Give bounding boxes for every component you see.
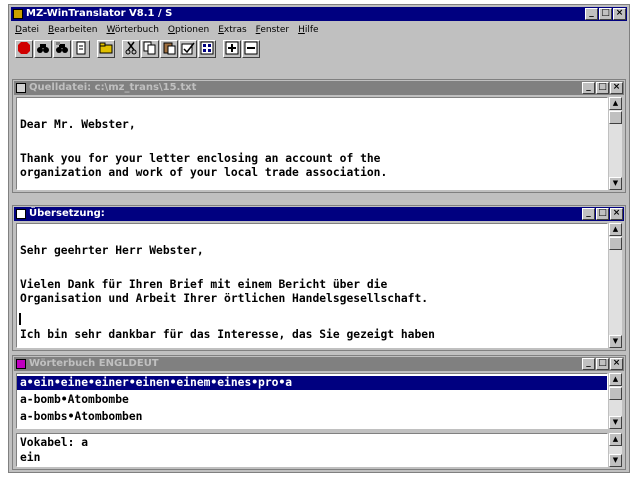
close-icon[interactable]: × xyxy=(610,208,623,220)
maximize-icon[interactable]: □ xyxy=(596,82,609,94)
source-titlebar[interactable]: Quelldatei: c:\mz_trans\15.txt _ □ × xyxy=(14,81,624,95)
minimize-icon[interactable]: _ xyxy=(585,8,598,20)
scroll-thumb[interactable] xyxy=(609,237,622,250)
translation-line: Organisation und Arbeit Ihrer örtlichen … xyxy=(20,292,429,305)
source-line: Thank you for your letter enclosing an a… xyxy=(20,152,381,165)
minimize-icon[interactable]: _ xyxy=(582,82,595,94)
dictionary-entry[interactable]: a-bombs•Atombomben xyxy=(20,410,142,424)
scroll-thumb[interactable] xyxy=(609,387,622,400)
dictionary-title: Wörterbuch ENGLDEUT xyxy=(29,358,159,369)
vocab-panel[interactable]: Vokabel: a ein xyxy=(16,433,608,467)
scroll-down-icon[interactable]: ▼ xyxy=(609,335,622,348)
find-next-icon[interactable] xyxy=(53,40,71,58)
translation-line: Vielen Dank für Ihren Brief mit einem Be… xyxy=(20,278,388,291)
menu-extras[interactable]: Extras xyxy=(218,23,246,37)
menu-datei[interactable]: Datei xyxy=(15,23,39,37)
maximize-icon[interactable]: □ xyxy=(596,208,609,220)
source-scrollbar[interactable]: ▲ ▼ xyxy=(609,97,622,190)
scroll-up-icon[interactable]: ▲ xyxy=(609,97,622,110)
app-icon[interactable] xyxy=(13,9,23,19)
vocab-translation: ein xyxy=(20,451,41,464)
text-caret xyxy=(19,313,21,325)
toolbar xyxy=(15,39,261,59)
dictionary-window-icon[interactable] xyxy=(16,359,26,369)
source-text-area[interactable]: Dear Mr. Webster, Thank you for your let… xyxy=(16,97,608,190)
paste-icon[interactable] xyxy=(160,40,178,58)
translation-line: Ich bin sehr dankbar für das Interesse, … xyxy=(20,328,435,341)
menu-woerterbuch[interactable]: Wörterbuch xyxy=(107,23,159,37)
scroll-up-icon[interactable]: ▲ xyxy=(609,223,622,236)
document-icon[interactable] xyxy=(72,40,90,58)
dictionary-window: Wörterbuch ENGLDEUT _ □ × a•ein•eine•ein… xyxy=(12,355,626,470)
stop-icon[interactable] xyxy=(15,40,33,58)
minimize-icon[interactable]: _ xyxy=(582,208,595,220)
translation-text-area[interactable]: Sehr geehrter Herr Webster, Vielen Dank … xyxy=(16,223,608,348)
source-line: organization and work of your local trad… xyxy=(20,166,388,179)
add-icon[interactable] xyxy=(223,40,241,58)
translation-window: Übersetzung: _ □ × Sehr geehrter Herr We… xyxy=(12,205,626,351)
close-icon[interactable]: × xyxy=(610,82,623,94)
dictionary-entry[interactable]: a-bomb•Atombombe xyxy=(20,393,129,407)
menu-bar: Datei Bearbeiten Wörterbuch Optionen Ext… xyxy=(15,23,319,37)
menu-optionen[interactable]: Optionen xyxy=(168,23,209,37)
source-window: Quelldatei: c:\mz_trans\15.txt _ □ × Dea… xyxy=(12,79,626,193)
translation-window-icon[interactable] xyxy=(16,209,26,219)
dictionary-list[interactable]: a•ein•eine•einer•einen•einem•eines•pro•a… xyxy=(16,373,608,429)
scroll-down-icon[interactable]: ▼ xyxy=(609,416,622,429)
grid-icon[interactable] xyxy=(198,40,216,58)
vocab-label: Vokabel: a xyxy=(20,436,89,449)
dictionary-list-scrollbar[interactable]: ▲ ▼ xyxy=(609,373,622,429)
open-folder-icon[interactable] xyxy=(97,40,115,58)
app-titlebar[interactable]: MZ-WinTranslator V8.1 / S _ □ × xyxy=(11,7,627,21)
minimize-icon[interactable]: _ xyxy=(582,358,595,370)
scroll-up-icon[interactable]: ▲ xyxy=(609,433,622,446)
scroll-down-icon[interactable]: ▼ xyxy=(609,454,622,467)
copy-icon[interactable] xyxy=(141,40,159,58)
scroll-up-icon[interactable]: ▲ xyxy=(609,373,622,386)
vocab-scrollbar[interactable]: ▲ ▼ xyxy=(609,433,622,467)
source-title: Quelldatei: c:\mz_trans\15.txt xyxy=(29,82,197,93)
translation-titlebar[interactable]: Übersetzung: _ □ × xyxy=(14,207,624,221)
close-icon[interactable]: × xyxy=(613,8,626,20)
maximize-icon[interactable]: □ xyxy=(596,358,609,370)
close-icon[interactable]: × xyxy=(610,358,623,370)
document-window-icon[interactable] xyxy=(16,83,26,93)
menu-hilfe[interactable]: Hilfe xyxy=(298,23,319,37)
menu-fenster[interactable]: Fenster xyxy=(256,23,289,37)
translation-line: Sehr geehrter Herr Webster, xyxy=(20,244,204,257)
cut-icon[interactable] xyxy=(122,40,140,58)
menu-bearbeiten[interactable]: Bearbeiten xyxy=(48,23,97,37)
scroll-thumb[interactable] xyxy=(609,111,622,124)
app-window: MZ-WinTranslator V8.1 / S _ □ × Datei Be… xyxy=(8,4,630,473)
app-title: MZ-WinTranslator V8.1 / S xyxy=(26,8,173,19)
check-icon[interactable] xyxy=(179,40,197,58)
translation-scrollbar[interactable]: ▲ ▼ xyxy=(609,223,622,348)
dictionary-entry[interactable]: a•ein•eine•einer•einen•einem•eines•pro•a xyxy=(17,376,607,390)
find-icon[interactable] xyxy=(34,40,52,58)
scroll-down-icon[interactable]: ▼ xyxy=(609,177,622,190)
maximize-icon[interactable]: □ xyxy=(599,8,612,20)
remove-icon[interactable] xyxy=(242,40,260,58)
translation-title: Übersetzung: xyxy=(29,208,105,219)
dictionary-titlebar[interactable]: Wörterbuch ENGLDEUT _ □ × xyxy=(14,357,624,371)
source-line: Dear Mr. Webster, xyxy=(20,118,136,131)
